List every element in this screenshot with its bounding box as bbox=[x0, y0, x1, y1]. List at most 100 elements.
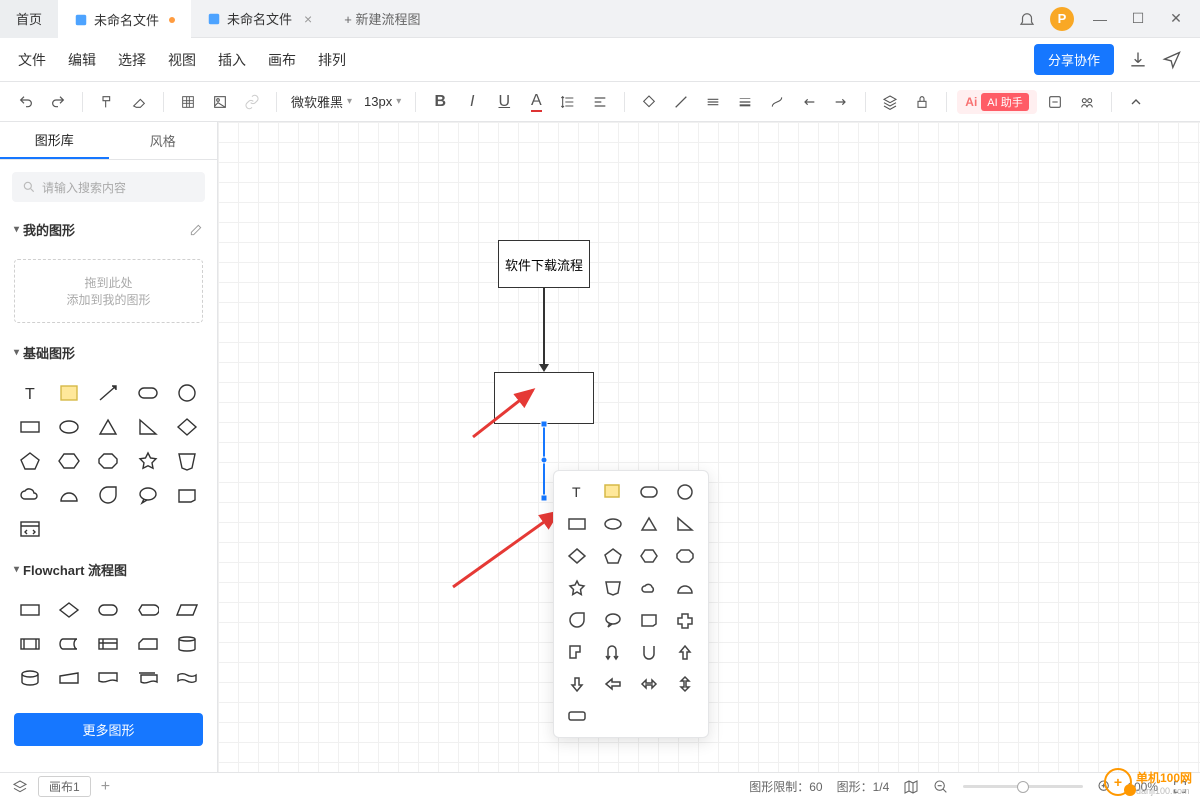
shape-document[interactable] bbox=[93, 665, 124, 691]
send-icon[interactable] bbox=[1162, 50, 1182, 70]
minimize-button[interactable]: — bbox=[1088, 7, 1112, 31]
shape-process[interactable] bbox=[14, 597, 45, 623]
popup-text[interactable]: T bbox=[562, 479, 592, 505]
format-painter-button[interactable] bbox=[93, 88, 121, 116]
tab-second[interactable]: 未命名文件 × bbox=[191, 0, 328, 38]
menu-view[interactable]: 视图 bbox=[168, 50, 196, 70]
popup-note[interactable] bbox=[598, 479, 628, 505]
handle-start[interactable] bbox=[541, 421, 548, 428]
font-color-button[interactable]: A bbox=[522, 88, 550, 116]
handle-mid[interactable] bbox=[541, 457, 548, 464]
close-icon[interactable]: × bbox=[304, 11, 312, 27]
page-chip[interactable]: 画布1 bbox=[38, 776, 91, 797]
menu-edit[interactable]: 编辑 bbox=[68, 50, 96, 70]
line-style-button[interactable] bbox=[699, 88, 727, 116]
drop-zone[interactable]: 拖到此处 添加到我的图形 bbox=[14, 259, 203, 323]
arrow-end-button[interactable] bbox=[827, 88, 855, 116]
shape-ellipse[interactable] bbox=[53, 414, 84, 440]
shape-rounded-rect[interactable] bbox=[132, 380, 163, 406]
tab-active[interactable]: 未命名文件 bbox=[58, 0, 191, 38]
popup-arrow-up[interactable] bbox=[670, 639, 700, 665]
shape-octagon[interactable] bbox=[93, 448, 124, 474]
section-my-shapes[interactable]: ▾ 我的图形 bbox=[14, 220, 203, 239]
popup-arrow-bidir[interactable] bbox=[634, 671, 664, 697]
undo-button[interactable] bbox=[12, 88, 40, 116]
shape-circle[interactable] bbox=[172, 380, 203, 406]
shape-tape[interactable] bbox=[172, 665, 203, 691]
sidebar-tab-shapes[interactable]: 图形库 bbox=[0, 122, 109, 159]
edit-icon[interactable] bbox=[189, 223, 203, 237]
zoom-out-icon[interactable] bbox=[933, 779, 949, 795]
popup-teardrop[interactable] bbox=[562, 607, 592, 633]
collaboration-button[interactable] bbox=[1073, 88, 1101, 116]
bell-icon[interactable] bbox=[1018, 10, 1036, 28]
line-spacing-button[interactable] bbox=[554, 88, 582, 116]
font-size-select[interactable]: 13px ▾ bbox=[360, 92, 405, 111]
shape-manual-input[interactable] bbox=[53, 665, 84, 691]
shape-star[interactable] bbox=[132, 448, 163, 474]
style-button[interactable] bbox=[1041, 88, 1069, 116]
shape-note[interactable] bbox=[53, 380, 84, 406]
shape-frame[interactable] bbox=[172, 482, 203, 508]
shape-multi-document[interactable] bbox=[132, 665, 163, 691]
close-button[interactable]: ✕ bbox=[1164, 7, 1188, 31]
popup-rect2[interactable] bbox=[562, 703, 592, 729]
map-icon[interactable] bbox=[903, 779, 919, 795]
eraser-button[interactable] bbox=[125, 88, 153, 116]
shape-speech[interactable] bbox=[132, 482, 163, 508]
redo-button[interactable] bbox=[44, 88, 72, 116]
share-button[interactable]: 分享协作 bbox=[1034, 44, 1114, 75]
shape-right-triangle[interactable] bbox=[132, 414, 163, 440]
shape-card[interactable] bbox=[132, 631, 163, 657]
connector-button[interactable] bbox=[763, 88, 791, 116]
popup-pentagon[interactable] bbox=[598, 543, 628, 569]
shape-predefined[interactable] bbox=[14, 631, 45, 657]
shape-terminator[interactable] bbox=[93, 597, 124, 623]
shape-database[interactable] bbox=[172, 631, 203, 657]
shape-shield[interactable] bbox=[172, 448, 203, 474]
shape-arc[interactable] bbox=[53, 482, 84, 508]
add-page-button[interactable]: + bbox=[101, 778, 110, 796]
popup-hexagon[interactable] bbox=[634, 543, 664, 569]
menu-select[interactable]: 选择 bbox=[118, 50, 146, 70]
layers-button[interactable] bbox=[876, 88, 904, 116]
popup-arrow-down[interactable] bbox=[562, 671, 592, 697]
font-select[interactable]: 微软雅黑 ▾ bbox=[287, 90, 356, 113]
popup-ellipse[interactable] bbox=[598, 511, 628, 537]
popup-shield[interactable] bbox=[598, 575, 628, 601]
avatar[interactable]: P bbox=[1050, 7, 1074, 31]
image-button[interactable] bbox=[206, 88, 234, 116]
popup-triangle[interactable] bbox=[634, 511, 664, 537]
popup-arc[interactable] bbox=[670, 575, 700, 601]
shape-stored-data[interactable] bbox=[53, 631, 84, 657]
align-button[interactable] bbox=[586, 88, 614, 116]
fill-color-button[interactable] bbox=[635, 88, 663, 116]
link-button[interactable] bbox=[238, 88, 266, 116]
section-basic-shapes[interactable]: ▾ 基础图形 bbox=[14, 343, 203, 362]
popup-cloud[interactable] bbox=[634, 575, 664, 601]
popup-u-turn[interactable] bbox=[598, 639, 628, 665]
node-process[interactable] bbox=[494, 372, 594, 424]
edge-1[interactable] bbox=[543, 288, 545, 368]
line-color-button[interactable] bbox=[667, 88, 695, 116]
layers-icon[interactable] bbox=[12, 779, 28, 795]
sidebar-tab-style[interactable]: 风格 bbox=[109, 122, 218, 159]
shape-cylinder[interactable] bbox=[14, 665, 45, 691]
node-start[interactable]: 软件下载流程 bbox=[498, 240, 590, 288]
popup-arrow-updown[interactable] bbox=[670, 671, 700, 697]
underline-button[interactable]: U bbox=[490, 88, 518, 116]
bold-button[interactable]: B bbox=[426, 88, 454, 116]
collapse-toolbar-button[interactable] bbox=[1122, 88, 1150, 116]
menu-canvas[interactable]: 画布 bbox=[268, 50, 296, 70]
shape-internal-storage[interactable] bbox=[93, 631, 124, 657]
maximize-button[interactable]: ☐ bbox=[1126, 7, 1150, 31]
shape-display[interactable] bbox=[132, 597, 163, 623]
arrow-start-button[interactable] bbox=[795, 88, 823, 116]
lock-button[interactable] bbox=[908, 88, 936, 116]
shape-teardrop[interactable] bbox=[93, 482, 124, 508]
shape-hexagon[interactable] bbox=[53, 448, 84, 474]
line-weight-button[interactable] bbox=[731, 88, 759, 116]
shape-code[interactable] bbox=[14, 516, 45, 542]
shape-rect[interactable] bbox=[14, 414, 45, 440]
zoom-slider[interactable] bbox=[963, 785, 1083, 788]
